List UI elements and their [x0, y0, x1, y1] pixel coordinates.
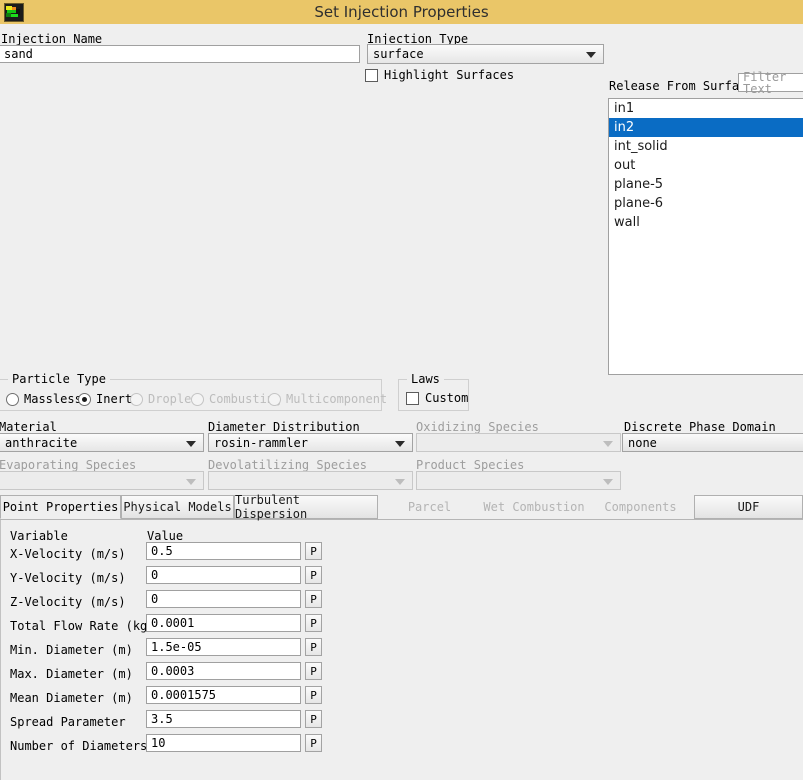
- injection-name-input[interactable]: sand: [0, 45, 360, 63]
- list-item[interactable]: in2: [609, 118, 803, 137]
- oxidizing-species-combo: [416, 433, 621, 452]
- row-label: Number of Diameters: [10, 739, 148, 753]
- profile-button[interactable]: P: [305, 566, 322, 584]
- checkbox-box: [406, 392, 419, 405]
- radio-label: Inert: [96, 392, 133, 406]
- tab-wet-combustion: Wet Combustion: [483, 500, 585, 514]
- radio-circle: [268, 393, 281, 406]
- checkbox-box: [365, 69, 378, 82]
- tab-udf[interactable]: UDF: [694, 495, 803, 519]
- list-item[interactable]: out: [609, 156, 803, 175]
- tab-components: Components: [604, 500, 677, 514]
- surface-filter-input[interactable]: Filter Text: [738, 71, 803, 95]
- row-value-input[interactable]: 0.0003: [146, 662, 301, 680]
- discrete-phase-domain-value: none: [628, 435, 657, 450]
- row-label: Spread Parameter: [10, 715, 126, 729]
- chevron-down-icon: [186, 440, 196, 447]
- product-species-label: Product Species: [416, 458, 525, 472]
- column-header-variable: Variable: [10, 529, 68, 543]
- chevron-down-icon: [603, 440, 613, 447]
- row-value-input[interactable]: 10: [146, 734, 301, 752]
- list-item[interactable]: in1: [609, 99, 803, 118]
- row-label: Min. Diameter (m): [10, 643, 133, 657]
- profile-button[interactable]: P: [305, 710, 322, 728]
- discrete-phase-domain-combo[interactable]: none: [622, 433, 803, 452]
- profile-button[interactable]: P: [305, 638, 322, 656]
- tab-bar: Point Properties Physical Models Turbule…: [0, 493, 803, 521]
- row-value-input[interactable]: 3.5: [146, 710, 301, 728]
- list-item[interactable]: plane-6: [609, 194, 803, 213]
- window-title: Set Injection Properties: [314, 3, 489, 21]
- profile-button[interactable]: P: [305, 734, 322, 752]
- chevron-down-icon: [186, 478, 196, 485]
- radio-label: Massless: [24, 392, 82, 406]
- profile-button[interactable]: P: [305, 686, 322, 704]
- material-value: anthracite: [5, 435, 78, 450]
- tab-parcel: Parcel: [407, 500, 452, 514]
- radio-circle: [191, 393, 204, 406]
- row-label: Z-Velocity (m/s): [10, 595, 126, 609]
- dialog-body: Injection Name sand Injection Type surfa…: [0, 24, 803, 780]
- profile-button[interactable]: P: [305, 662, 322, 680]
- oxidizing-species-label: Oxidizing Species: [416, 420, 539, 434]
- profile-button[interactable]: P: [305, 614, 322, 632]
- row-value-input[interactable]: 0: [146, 590, 301, 608]
- row-label: Mean Diameter (m): [10, 691, 133, 705]
- injection-type-value: surface: [373, 47, 424, 61]
- title-bar: Set Injection Properties: [0, 0, 803, 25]
- evaporating-species-combo: [0, 471, 204, 490]
- chevron-down-icon: [395, 478, 405, 485]
- injection-name-label: Injection Name: [1, 32, 103, 46]
- discrete-phase-domain-label: Discrete Phase Domain: [624, 420, 776, 434]
- release-from-surfaces-list[interactable]: in1 in2 int_solid out plane-5 plane-6 wa…: [608, 98, 803, 375]
- material-combo[interactable]: anthracite: [0, 433, 204, 452]
- chevron-down-icon: [395, 440, 405, 447]
- list-item[interactable]: plane-5: [609, 175, 803, 194]
- chevron-down-icon: [603, 478, 613, 485]
- radio-circle: [6, 393, 19, 406]
- product-species-combo: [416, 471, 621, 490]
- row-value-input[interactable]: 0.0001: [146, 614, 301, 632]
- list-item[interactable]: int_solid: [609, 137, 803, 156]
- profile-button[interactable]: P: [305, 542, 322, 560]
- laws-title: Laws: [407, 372, 444, 386]
- highlight-surfaces-label: Highlight Surfaces: [384, 68, 515, 82]
- row-value-input[interactable]: 0: [146, 566, 301, 584]
- radio-circle: [130, 393, 143, 406]
- custom-law-label: Custom: [425, 391, 469, 405]
- radio-label: Multicomponent: [286, 392, 388, 406]
- material-label: Material: [0, 420, 57, 434]
- particle-type-title: Particle Type: [8, 372, 110, 386]
- list-item[interactable]: wall: [609, 213, 803, 232]
- devolatilizing-species-label: Devolatilizing Species: [208, 458, 367, 472]
- diameter-distribution-combo[interactable]: rosin-rammler: [208, 433, 413, 452]
- row-value-input[interactable]: 0.0001575: [146, 686, 301, 704]
- row-label: X-Velocity (m/s): [10, 547, 126, 561]
- profile-button[interactable]: P: [305, 590, 322, 608]
- injection-type-combo[interactable]: surface: [367, 44, 604, 64]
- radio-circle: [78, 393, 91, 406]
- tab-physical-models[interactable]: Physical Models: [121, 495, 234, 519]
- set-injection-properties-window: Set Injection Properties Injection Name …: [0, 0, 803, 780]
- column-header-value: Value: [147, 529, 184, 543]
- tab-point-properties[interactable]: Point Properties: [0, 495, 121, 519]
- point-properties-panel: Variable Value X-Velocity (m/s) 0.5 P Y-…: [0, 520, 803, 780]
- diameter-distribution-label: Diameter Distribution: [208, 420, 360, 434]
- row-value-input[interactable]: 1.5e-05: [146, 638, 301, 656]
- row-value-input[interactable]: 0.5: [146, 542, 301, 560]
- row-label: Y-Velocity (m/s): [10, 571, 126, 585]
- row-label: Max. Diameter (m): [10, 667, 133, 681]
- evaporating-species-label: Evaporating Species: [0, 458, 137, 472]
- diameter-distribution-value: rosin-rammler: [214, 435, 308, 450]
- chevron-down-icon: [586, 52, 596, 58]
- tab-turbulent-dispersion[interactable]: Turbulent Dispersion: [234, 493, 378, 521]
- devolatilizing-species-combo: [208, 471, 413, 490]
